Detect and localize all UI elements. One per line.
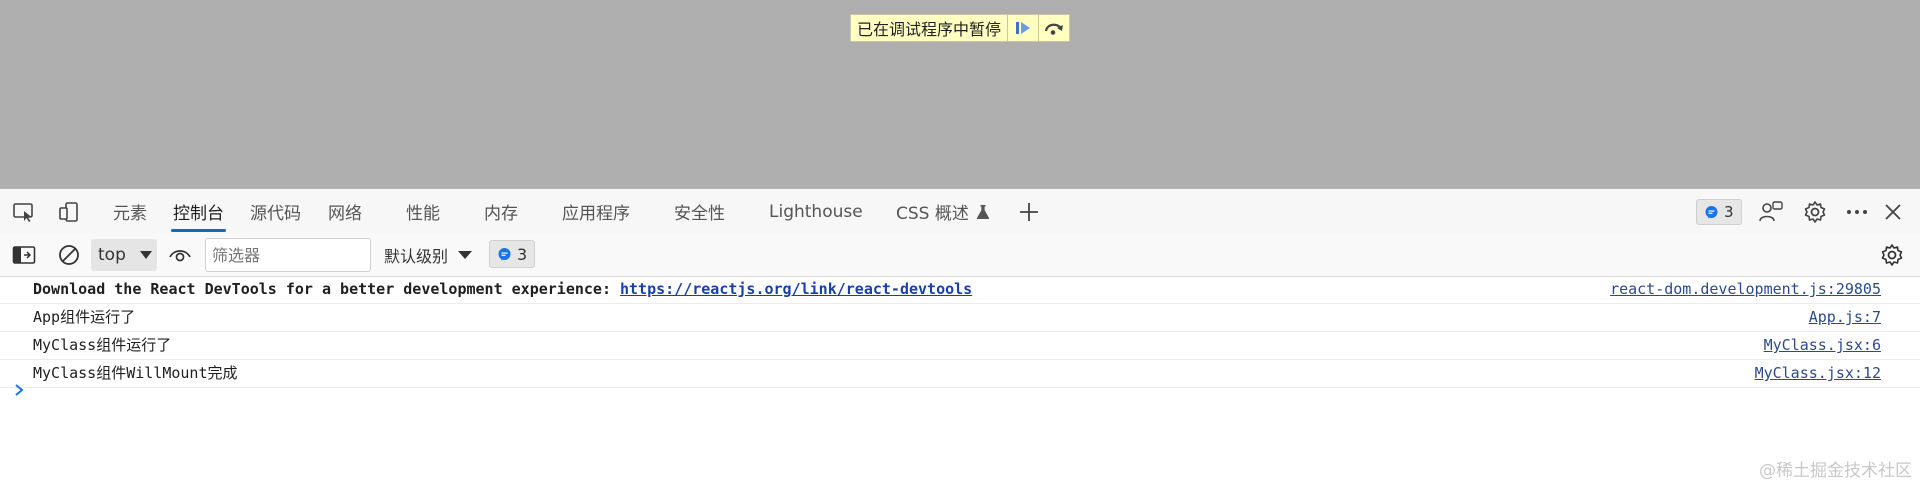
close-devtools-button[interactable] xyxy=(1880,199,1906,225)
console-messages: Download the React DevTools for a better… xyxy=(0,276,1920,388)
message-text: MyClass组件运行了 xyxy=(33,336,172,354)
device-icon xyxy=(59,202,78,222)
inspect-icon xyxy=(13,203,33,222)
log-level-selector[interactable]: 默认级别 xyxy=(384,238,473,272)
message-text: App组件运行了 xyxy=(33,308,136,326)
watermark: @稀土掘金技术社区 xyxy=(1759,461,1912,481)
console-issues-badge[interactable]: 3 xyxy=(489,240,536,268)
filter-input[interactable] xyxy=(205,238,371,272)
console-message: MyClass组件WillMount完成 MyClass.jsx:12 xyxy=(0,360,1920,388)
console-issues-count: 3 xyxy=(517,244,528,264)
chevron-right-icon xyxy=(15,384,24,396)
message-text: MyClass组件WillMount完成 xyxy=(33,364,238,382)
step-over-icon xyxy=(1044,23,1064,35)
message-source-link[interactable]: App.js:7 xyxy=(1809,304,1881,331)
message-source-link[interactable]: react-dom.development.js:29805 xyxy=(1610,276,1881,303)
console-prompt[interactable] xyxy=(14,382,24,402)
tab-application[interactable]: 应用程序 xyxy=(562,189,630,234)
devtools-main-toolbar: 元素 控制台 源代码 网络 性能 内存 应用程序 安全性 Lighthouse … xyxy=(0,189,1920,235)
debugger-paused-banner: 已在调试程序中暂停 xyxy=(850,14,1071,42)
message-source-link[interactable]: MyClass.jsx:12 xyxy=(1755,360,1881,387)
tab-performance[interactable]: 性能 xyxy=(406,189,440,234)
tab-security[interactable]: 安全性 xyxy=(674,189,725,234)
close-icon xyxy=(1885,204,1901,220)
tab-elements[interactable]: 元素 xyxy=(113,189,147,234)
page-viewport: 已在调试程序中暂停 xyxy=(0,0,1920,189)
clear-icon xyxy=(59,245,79,265)
live-expression-button[interactable] xyxy=(167,242,193,268)
inspect-element-button[interactable] xyxy=(11,199,37,225)
context-value: top xyxy=(98,245,126,265)
resume-icon xyxy=(1016,22,1031,34)
toggle-sidebar-button[interactable] xyxy=(11,242,37,268)
resume-button[interactable] xyxy=(1007,15,1038,41)
devtools-link[interactable]: https://reactjs.org/link/react-devtools xyxy=(620,280,972,298)
console-settings-button[interactable] xyxy=(1879,242,1905,268)
console-toolbar: top 默认级别 3 xyxy=(0,234,1920,277)
tab-css-overview-label: CSS 概述 xyxy=(896,204,969,224)
more-tabs-button[interactable] xyxy=(1016,199,1042,225)
eye-icon xyxy=(169,250,191,262)
issues-badge[interactable]: 3 xyxy=(1696,199,1742,225)
more-options-button[interactable] xyxy=(1844,199,1870,225)
paused-message: 已在调试程序中暂停 xyxy=(857,20,1002,39)
message-text: Download the React DevTools for a better… xyxy=(33,276,972,303)
step-over-button[interactable] xyxy=(1038,15,1069,41)
gear-icon xyxy=(1881,244,1903,266)
context-selector[interactable]: top xyxy=(91,239,157,271)
sidebar-icon xyxy=(12,246,36,264)
gear-icon xyxy=(1804,201,1826,223)
console-message: MyClass组件运行了 MyClass.jsx:6 xyxy=(0,332,1920,360)
chevron-down-icon xyxy=(139,251,152,259)
person-feedback-icon xyxy=(1759,201,1783,222)
log-level-value: 默认级别 xyxy=(384,247,449,266)
tab-memory[interactable]: 内存 xyxy=(484,189,518,234)
console-message: App组件运行了 App.js:7 xyxy=(0,304,1920,332)
chevron-down-icon xyxy=(458,251,473,259)
clear-console-button[interactable] xyxy=(56,242,82,268)
plus-icon xyxy=(1020,203,1038,221)
experiment-flask-icon xyxy=(976,204,990,219)
more-icon xyxy=(1847,210,1867,214)
feedback-button[interactable] xyxy=(1758,199,1784,225)
issues-count: 3 xyxy=(1724,203,1734,221)
tab-network[interactable]: 网络 xyxy=(328,189,362,234)
tab-sources[interactable]: 源代码 xyxy=(250,189,301,234)
message-icon xyxy=(1705,205,1718,218)
tab-lighthouse[interactable]: Lighthouse xyxy=(769,189,863,234)
tab-css-overview[interactable]: CSS 概述 xyxy=(896,189,990,234)
tab-console[interactable]: 控制台 xyxy=(171,189,226,234)
device-emulation-button[interactable] xyxy=(56,199,82,225)
console-message: Download the React DevTools for a better… xyxy=(0,276,1920,304)
message-icon xyxy=(498,247,511,260)
message-source-link[interactable]: MyClass.jsx:6 xyxy=(1764,332,1881,359)
settings-button[interactable] xyxy=(1802,199,1828,225)
message-body: Download the React DevTools for a better… xyxy=(33,280,620,298)
